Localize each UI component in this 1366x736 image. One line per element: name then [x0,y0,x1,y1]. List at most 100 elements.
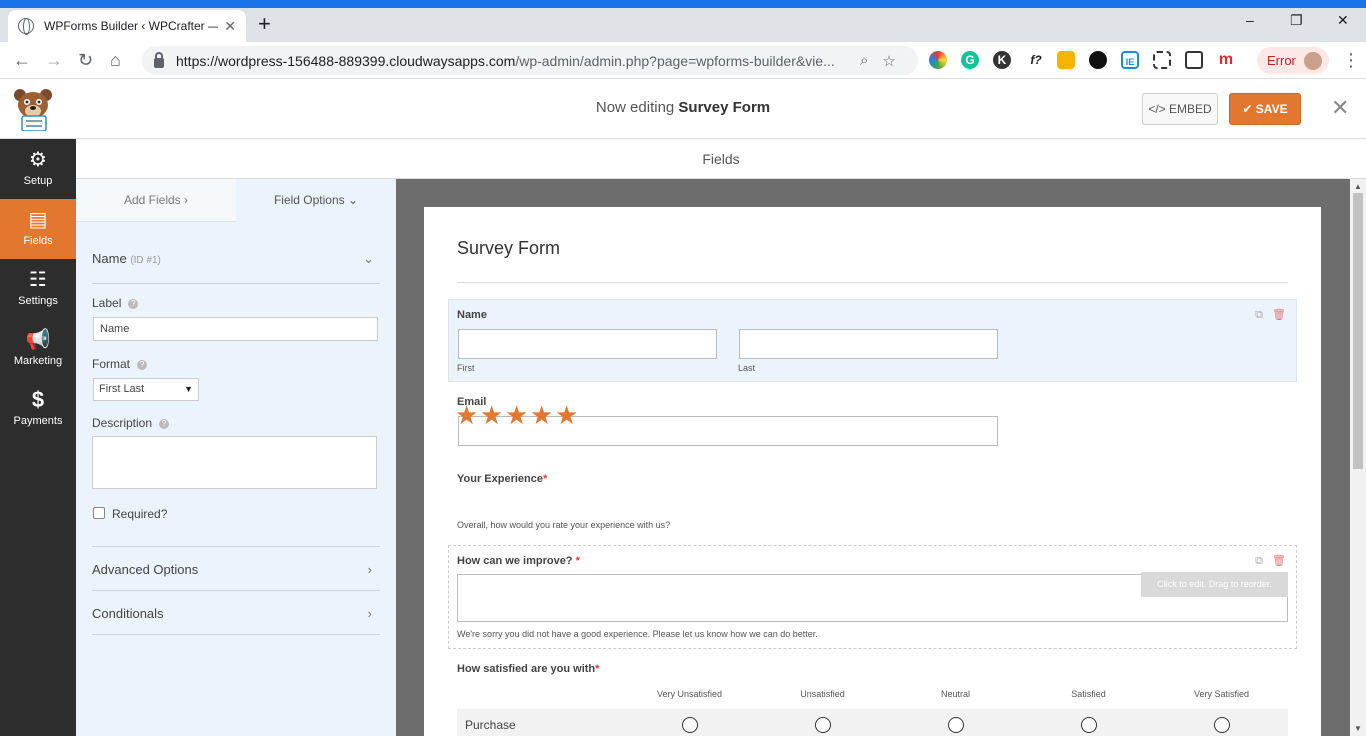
profile-error-button[interactable]: Error [1257,47,1329,74]
divider [92,283,380,284]
web-extension-icon[interactable]: IE [1121,51,1139,69]
likert-radio[interactable] [1214,717,1230,733]
dropdown-arrow-icon: ▼ [184,384,193,394]
panel-tabs: Add Fields › Field Options ⌄ [76,179,396,222]
sidebar-item-fields[interactable]: ▤ Fields [0,199,76,259]
field-options-header[interactable]: Name (ID #1) ⌄ [92,251,380,266]
embed-button[interactable]: </> EMBED [1142,93,1218,125]
rating-star-icon[interactable]: ★ [505,402,528,428]
zoom-icon[interactable]: ⌕ [860,52,868,69]
help-icon[interactable]: ? [128,299,139,309]
last-name-input[interactable] [739,329,998,359]
save-button[interactable]: ✔ SAVE [1229,93,1301,125]
format-select[interactable]: First Last ▼ [93,378,199,401]
required-checkbox[interactable] [93,507,105,519]
minimize-button[interactable]: – [1246,12,1254,28]
duplicate-icon[interactable]: ⧉ [1255,309,1263,321]
sidebar-item-label: Settings [18,295,58,307]
edit-tooltip: Click to edit. Drag to reorder. [1141,572,1288,597]
keep-extension-icon[interactable] [1057,51,1075,69]
back-button[interactable]: ← [13,50,31,70]
advanced-options-toggle[interactable]: Advanced Options › [92,562,380,577]
tab-close-icon[interactable]: ✕ [224,18,236,35]
rating-star-icon[interactable]: ★ [455,402,478,428]
scroll-down-icon[interactable]: ▼ [1354,724,1362,733]
likert-column-header: Neutral [940,689,970,699]
browser-tab-bar: WPForms Builder ‹ WPCrafter — ✕ + – ❐ ✕ [0,8,1366,42]
ball-extension-icon[interactable] [1089,51,1107,69]
help-icon[interactable]: ? [161,507,168,521]
help-icon[interactable]: ? [137,360,148,370]
avatar [1303,51,1322,70]
capture-extension-icon[interactable] [1185,51,1203,69]
list-icon: ▤ [28,209,48,231]
preview-scrollbar[interactable]: ▲ ▼ [1350,179,1366,736]
trash-icon[interactable]: 🗑 [1272,309,1286,321]
rating-star-icon[interactable]: ★ [530,402,553,428]
improve-field-block[interactable]: How can we improve? * We're sorry you di… [448,545,1297,649]
divider [92,634,380,635]
k-extension-icon[interactable]: K [993,51,1011,69]
screenshot-extension-icon[interactable] [1153,51,1171,69]
home-button[interactable]: ⌂ [110,50,121,70]
tab-add-fields[interactable]: Add Fields › [76,179,236,222]
likert-row-label: Purchase [465,718,516,732]
font-extension-icon[interactable]: f? [1025,51,1047,69]
browser-menu-icon[interactable]: ⋮ [1342,50,1360,70]
m-extension-icon[interactable]: m [1217,51,1235,69]
reload-button[interactable]: ↻ [78,50,93,70]
duplicate-icon[interactable]: ⧉ [1255,555,1263,567]
field-options-panel: Add Fields › Field Options ⌄ Name (ID #1… [76,179,396,736]
help-icon[interactable]: ? [159,419,170,429]
fields-section-title: Fields [76,139,1366,179]
sidebar-item-label: Fields [23,235,53,247]
color-picker-extension-icon[interactable] [929,51,947,69]
sidebar-item-label: Payments [13,415,63,427]
likert-radio[interactable] [948,717,964,733]
likert-radio[interactable] [1081,717,1097,733]
browser-tab[interactable]: WPForms Builder ‹ WPCrafter — ✕ [8,10,246,42]
rating-star-icon[interactable]: ★ [480,402,503,428]
last-sublabel: Last [738,363,756,373]
url-bar[interactable]: https://wordpress-156488-889399.cloudway… [142,46,918,75]
likert-column-header: Very Satisfied [1193,689,1250,699]
field-id: (ID #1) [130,255,161,266]
tab-field-options[interactable]: Field Options ⌄ [236,179,396,222]
likert-column-header: Unsatisfied [800,689,845,699]
form-preview-card: Survey Form Name First Last ⧉ 🗑 Email Yo… [424,207,1321,736]
grammarly-extension-icon[interactable]: G [961,51,979,69]
trash-icon[interactable]: 🗑 [1272,555,1286,567]
new-tab-button[interactable]: + [258,12,271,36]
forward-button[interactable]: → [45,50,63,70]
browser-top-strip [0,0,1366,8]
window-close-button[interactable]: ✕ [1337,12,1349,29]
field-actions: ⧉ 🗑 [1255,308,1286,322]
experience-description: Overall, how would you rate your experie… [457,520,671,530]
star-bookmark-icon[interactable]: ☆ [882,52,895,70]
description-textarea[interactable] [92,436,377,489]
restore-button[interactable]: ❐ [1290,12,1303,29]
chevron-down-icon[interactable]: ⌄ [363,251,374,267]
likert-radio[interactable] [682,717,698,733]
close-builder-button[interactable]: ✕ [1331,93,1349,123]
lock-icon [154,51,164,68]
form-title: Survey Form [457,238,561,258]
conditionals-toggle[interactable]: Conditionals › [92,606,380,621]
label-option-label: Label? [92,296,139,310]
scrollbar-thumb[interactable] [1353,193,1363,469]
divider [92,546,380,547]
improve-field-label: How can we improve? * [457,555,580,567]
sidebar-item-setup[interactable]: ⚙ Setup [0,139,76,199]
name-field-block[interactable]: Name First Last ⧉ 🗑 [448,299,1297,382]
rating-star-icon[interactable]: ★ [555,402,578,428]
first-name-input[interactable] [458,329,717,359]
scroll-up-icon[interactable]: ▲ [1354,182,1362,191]
sidebar-item-payments[interactable]: $ Payments [0,379,76,439]
megaphone-icon: 📢 [25,329,51,351]
likert-radio[interactable] [815,717,831,733]
sidebar-item-label: Marketing [13,355,63,367]
sidebar-item-settings[interactable]: ☷ Settings [0,259,76,319]
url-text[interactable]: https://wordpress-156488-889399.cloudway… [176,53,846,69]
label-input[interactable]: Name [93,317,378,341]
sidebar-item-marketing[interactable]: 📢 Marketing [0,319,76,379]
